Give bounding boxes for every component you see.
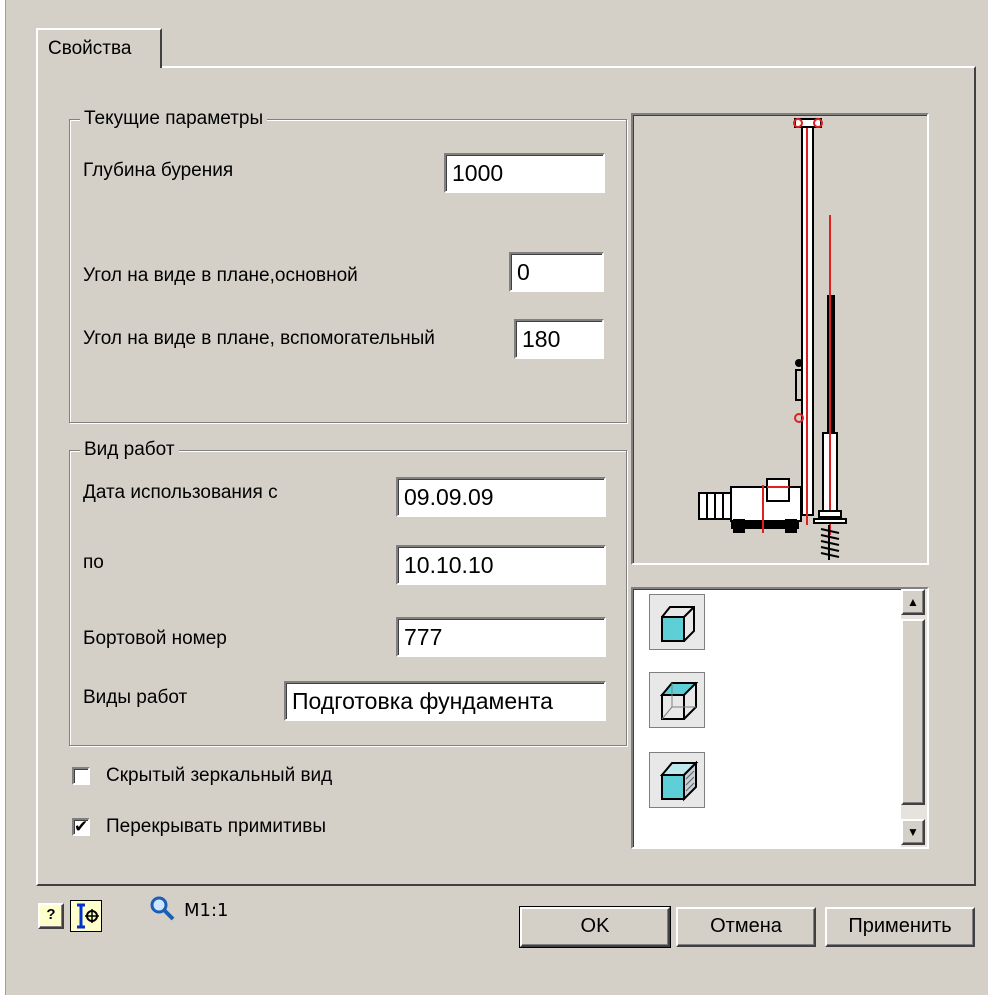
scale-label: M1:1 <box>184 900 229 921</box>
drilling-rig-drawing <box>698 118 847 560</box>
angle-main-label: Угол на виде в плане,основной <box>83 265 358 286</box>
tab-properties-label: Свойства <box>48 38 132 59</box>
drilling-depth-label: Глубина бурения <box>83 160 234 181</box>
cube-top-button[interactable] <box>649 672 705 728</box>
window-left-edge <box>0 0 6 995</box>
scrollbar-thumb[interactable] <box>901 619 925 805</box>
angle-aux-input[interactable]: 180 <box>514 319 604 359</box>
date-to-input[interactable]: 10.10.10 <box>396 545 606 585</box>
view-mode-scrollbar[interactable]: ▲ ▼ <box>901 589 927 847</box>
hidden-mirror-view-checkbox[interactable] <box>72 767 90 785</box>
view-mode-listbox[interactable]: ▲ ▼ <box>631 587 929 849</box>
current-parameters-legend: Текущие параметры <box>80 108 268 130</box>
scroll-up-icon: ▲ <box>907 595 919 609</box>
overlap-primitives-label: Перекрывать примитивы <box>106 816 327 837</box>
work-types-label: Виды работ <box>83 687 188 708</box>
ok-button[interactable]: OK <box>519 906 671 948</box>
angle-aux-label: Угол на виде в плане, вспомогательный <box>83 328 435 349</box>
date-to-label: по <box>83 552 104 573</box>
scroll-down-button[interactable]: ▼ <box>901 819 925 845</box>
board-number-input[interactable]: 777 <box>396 617 606 657</box>
apply-button[interactable]: Применить <box>825 907 975 947</box>
cube-top-icon <box>659 682 699 720</box>
scroll-down-icon: ▼ <box>907 825 919 839</box>
overlap-primitives-checkbox[interactable]: ✔ <box>72 818 90 836</box>
cube-3d-button[interactable] <box>649 752 705 808</box>
date-from-label: Дата использования с <box>83 482 278 503</box>
hidden-mirror-view-label: Скрытый зеркальный вид <box>106 765 333 786</box>
date-from-input[interactable]: 09.09.09 <box>396 477 606 517</box>
board-number-label: Бортовой номер <box>83 628 227 649</box>
drilling-depth-input[interactable]: 1000 <box>444 153 605 193</box>
angle-main-input[interactable]: 0 <box>509 252 604 292</box>
help-icon: ? <box>46 906 56 923</box>
help-button[interactable]: ? <box>38 903 64 929</box>
insertion-point-icon <box>77 903 99 929</box>
cube-front-button[interactable] <box>649 594 705 650</box>
zoom-icon[interactable] <box>148 894 176 922</box>
work-type-legend: Вид работ <box>80 439 179 461</box>
work-types-input[interactable]: Подготовка фундамента <box>284 681 606 721</box>
cube-front-icon <box>661 606 695 642</box>
scroll-up-button[interactable]: ▲ <box>901 589 925 615</box>
cube-3d-icon <box>659 760 699 802</box>
tab-properties[interactable]: Свойства <box>36 28 162 68</box>
drilling-rig-preview <box>631 113 929 565</box>
cancel-button[interactable]: Отмена <box>676 907 816 947</box>
insertion-point-button[interactable] <box>70 900 102 932</box>
